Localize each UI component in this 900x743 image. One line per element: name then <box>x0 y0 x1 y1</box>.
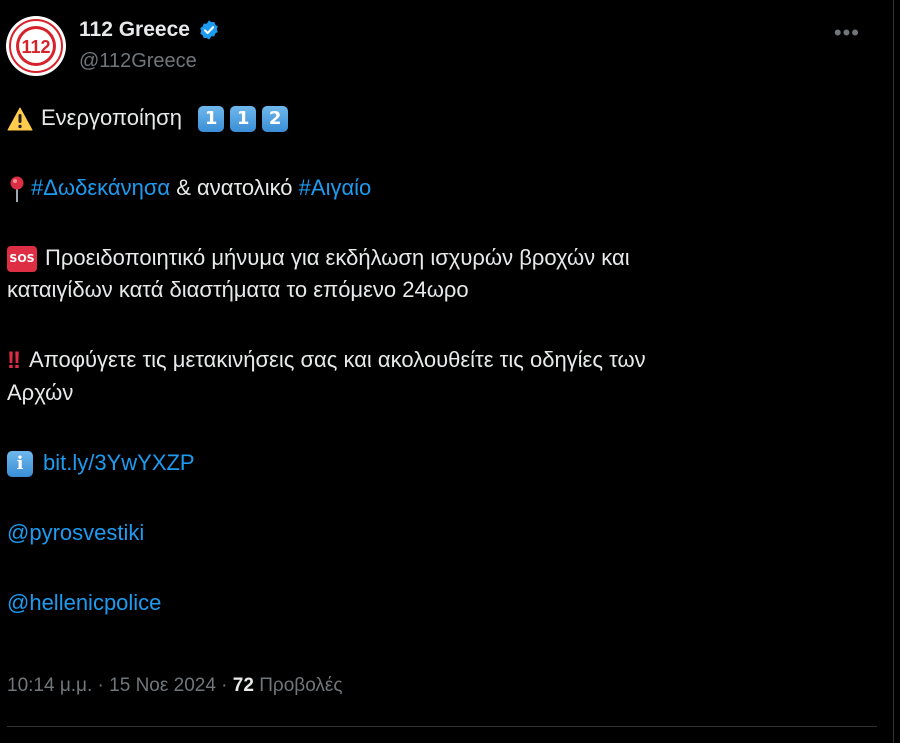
column-border <box>893 0 894 743</box>
sos-icon: SOS <box>7 246 37 273</box>
warning-icon <box>7 107 33 131</box>
keycap-1-icon: 1 <box>198 106 225 133</box>
warning-message-text-2: καταιγίδων κατά διαστήματα το επόμενο 24… <box>7 277 469 302</box>
tweet-time[interactable]: 10:14 μ.μ. <box>7 675 92 696</box>
short-link[interactable]: bit.ly/3YwYXZP <box>43 450 195 475</box>
double-exclamation-icon: !! <box>7 347 21 375</box>
tweet-date[interactable]: 15 Νοε 2024 <box>109 675 216 696</box>
warning-message-text-1: Προειδοποιητικό μήνυμα για εκδήλωση ισχυ… <box>45 245 630 270</box>
display-name[interactable]: 112 Greece <box>79 18 190 42</box>
line-info-link: i bit.ly/3YwYXZP <box>7 447 867 479</box>
mention-hellenicpolice-link: @hellenicpolice <box>7 587 867 619</box>
divider <box>7 726 877 727</box>
line-advice: !! Αποφύγετε τις μετακινήσεις σας και ακο… <box>7 344 867 377</box>
location-mid-text: & ανατολικό <box>170 175 299 200</box>
views-label: Προβολές <box>259 675 343 696</box>
keycap-2-icon: 2 <box>262 106 289 133</box>
tweet: 112 112 Greece @112Greece ••• Ενεργοποίη… <box>0 0 893 743</box>
avatar-text: 112 <box>21 37 50 57</box>
advice-text-1: Αποφύγετε τις μετακινήσεις σας και ακολο… <box>28 347 646 372</box>
hashtag-aegean-link[interactable]: #Αιγαίο <box>299 175 372 200</box>
activation-text: Ενεργοποίηση <box>41 105 182 130</box>
avatar-logo-icon: 112 <box>7 17 65 75</box>
mention-hellenicpolice[interactable]: @hellenicpolice <box>7 590 161 615</box>
handle[interactable]: @112Greece <box>79 50 220 73</box>
advice-text-2: Αρχών <box>7 380 74 406</box>
hashtag-dodecanese-link[interactable]: #Δωδεκάνησα <box>31 175 170 200</box>
avatar[interactable]: 112 <box>6 16 66 76</box>
mention-pyrosvestiki[interactable]: @pyrosvestiki <box>7 520 144 545</box>
line-warning-message: SOS Προειδοποιητικό μήνυμα για εκδήλωση ι… <box>7 242 867 274</box>
more-options-button[interactable]: ••• <box>834 20 860 46</box>
tweet-header: 112 112 Greece @112Greece ••• <box>6 12 886 82</box>
account-names: 112 Greece @112Greece <box>79 18 220 73</box>
pushpin-icon <box>10 176 24 203</box>
verified-badge-icon <box>200 20 219 40</box>
line-activation: Ενεργοποίηση 112 <box>7 102 867 134</box>
meta-separator: · <box>92 675 110 696</box>
tweet-text: Ενεργοποίηση 112 #Δωδεκάνησα & ανατολικό… <box>7 100 867 619</box>
information-icon: i <box>7 451 33 478</box>
tweet-meta: 10:14 μ.μ. · 15 Νοε 2024 · 72 Προβολές <box>7 675 343 697</box>
mention-pyrosvestiki-link: @pyrosvestiki <box>7 517 867 549</box>
meta-separator: · <box>215 675 233 696</box>
keycap-1-icon: 1 <box>230 106 257 133</box>
line-location: #Δωδεκάνησα & ανατολικό #Αιγαίο <box>7 172 867 204</box>
views-count: 72 <box>232 675 254 696</box>
